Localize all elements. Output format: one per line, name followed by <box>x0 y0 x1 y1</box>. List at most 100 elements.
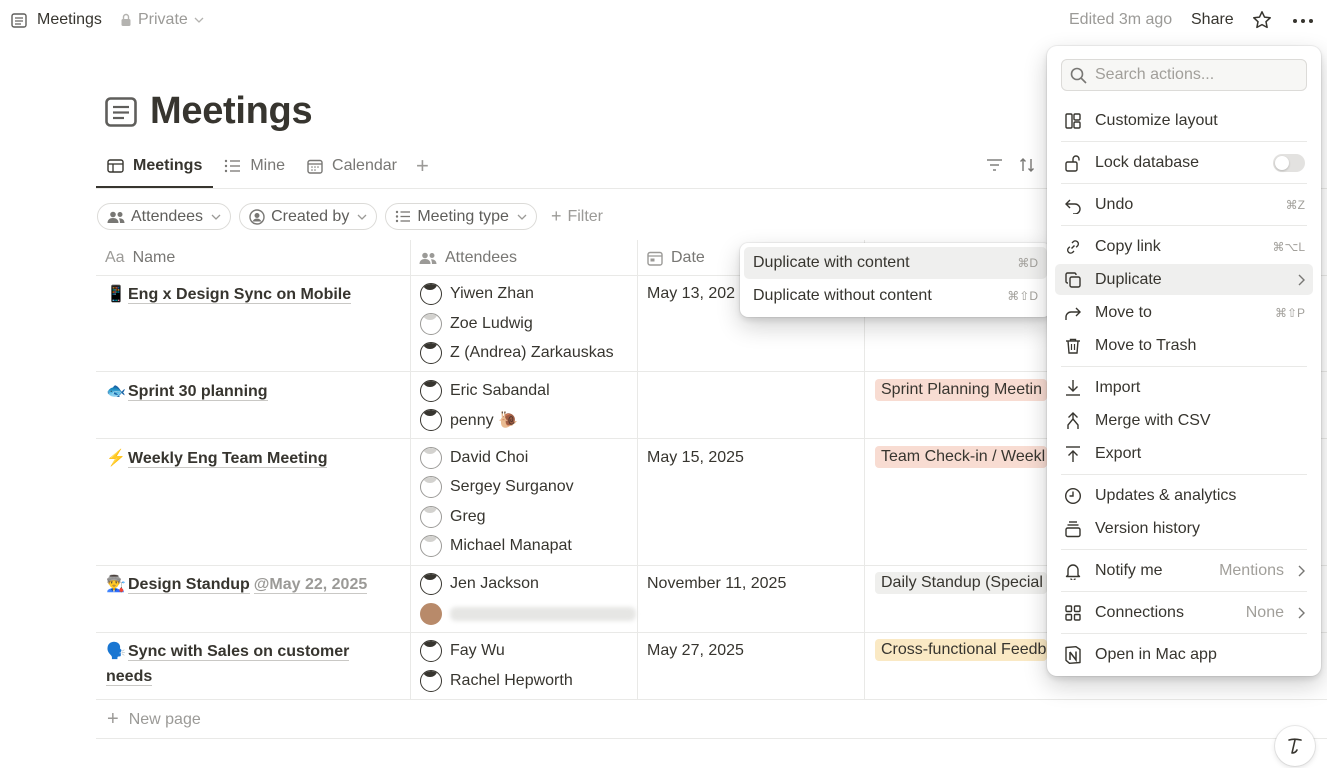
menu-item-connections[interactable]: Connections None <box>1055 597 1313 628</box>
menu-item-value: None <box>1245 603 1284 621</box>
lock-icon <box>1063 153 1083 173</box>
menu-item-label: Open in Mac app <box>1095 645 1217 663</box>
calendar-icon <box>307 159 323 174</box>
notion-app-icon <box>1063 645 1083 665</box>
menu-item-duplicate[interactable]: Duplicate <box>1055 264 1313 295</box>
tab-label: Meetings <box>133 157 203 174</box>
menu-item-version-history[interactable]: Version history <box>1055 513 1313 544</box>
help-button[interactable] <box>1275 726 1315 766</box>
breadcrumb-title[interactable]: Meetings <box>37 11 102 29</box>
attendee[interactable]: Sergey Surganov <box>420 476 574 498</box>
meeting-type-tag[interactable]: Cross-functional Feedb <box>875 639 1047 661</box>
plus-icon: + <box>107 708 119 730</box>
plus-icon: + <box>550 206 562 226</box>
table-row-name[interactable]: ⚡ Weekly Eng Team Meeting <box>106 446 328 471</box>
trash-icon <box>1063 336 1083 356</box>
lock-icon <box>121 13 131 26</box>
page-title[interactable]: Meetings <box>150 90 313 133</box>
attendee[interactable] <box>420 603 636 625</box>
tab-mine[interactable]: Mine <box>213 146 296 186</box>
date-cell[interactable]: May 15, 2025 <box>647 449 744 467</box>
date-cell[interactable]: November 11, 2025 <box>647 575 786 593</box>
column-header-name[interactable]: Aa Name <box>96 240 175 276</box>
duplicate-with-content-item[interactable]: Duplicate with content ⌘D <box>744 247 1047 279</box>
date-cell[interactable]: May 27, 2025 <box>647 642 744 660</box>
sort-icon[interactable] <box>1019 157 1035 173</box>
menu-item-open-mac-app[interactable]: Open in Mac app <box>1055 639 1313 670</box>
actions-menu: Customize layout Lock database Undo ⌘Z C… <box>1047 46 1321 676</box>
attendee[interactable]: Fay Wu <box>420 640 505 662</box>
privacy-button[interactable]: Private <box>120 11 204 29</box>
table-row-name[interactable]: 📱 Eng x Design Sync on Mobile <box>106 282 352 307</box>
star-icon[interactable] <box>1252 10 1272 30</box>
menu-item-move-to-trash[interactable]: Move to Trash <box>1055 330 1313 361</box>
tab-calendar[interactable]: Calendar <box>296 146 408 186</box>
page-header-icon[interactable] <box>105 97 137 127</box>
column-header-date[interactable]: Date <box>638 240 705 276</box>
attendee[interactable]: Eric Sabandal <box>420 380 550 402</box>
attendee[interactable]: David Choi <box>420 447 528 469</box>
add-view-icon[interactable]: + <box>408 146 437 188</box>
lock-toggle[interactable] <box>1273 153 1305 172</box>
column-divider <box>637 240 638 699</box>
table-row-name[interactable]: 🐟 Sprint 30 planning <box>106 379 268 404</box>
chevron-right-icon <box>1298 274 1305 285</box>
meeting-type-tag[interactable]: Team Check-in / Weekl <box>875 446 1047 468</box>
attendee[interactable]: penny 🐌 <box>420 409 518 431</box>
table-row-name[interactable]: 👨‍🏭 Design Standup @May 22, 2025 <box>106 572 368 597</box>
attendee[interactable]: Rachel Hepworth <box>420 670 573 692</box>
tab-meetings[interactable]: Meetings <box>96 146 214 188</box>
filter-icon[interactable] <box>986 158 1003 172</box>
meeting-type-tag[interactable]: Sprint Planning Meetin <box>875 379 1047 401</box>
menu-item-label: Lock database <box>1095 153 1200 171</box>
date-mention[interactable]: @May 22, 2025 <box>253 576 368 594</box>
duplicate-without-content-item[interactable]: Duplicate without content ⌘⇧D <box>744 280 1047 312</box>
menu-item-label: Notify me <box>1095 561 1163 579</box>
filter-created-by[interactable]: Created by <box>239 203 378 230</box>
menu-item-label: Duplicate with content <box>753 254 910 271</box>
edited-status[interactable]: Edited 3m ago <box>1069 11 1172 29</box>
menu-item-export[interactable]: Export <box>1055 438 1313 469</box>
attendee[interactable]: Zoe Ludwig <box>420 313 533 335</box>
menu-divider <box>1061 591 1307 592</box>
search-icon <box>1070 67 1087 84</box>
shortcut-label: ⌘⇧D <box>1007 289 1038 303</box>
attendee[interactable]: Yiwen Zhan <box>420 283 534 305</box>
share-button[interactable]: Share <box>1191 11 1234 29</box>
filter-attendees[interactable]: Attendees <box>97 203 232 230</box>
menu-item-label: Import <box>1095 378 1141 396</box>
menu-item-updates-analytics[interactable]: Updates & analytics <box>1055 480 1313 511</box>
meeting-type-tag[interactable]: Daily Standup (Special <box>875 572 1047 594</box>
menu-item-copy-link[interactable]: Copy link ⌘⌥L <box>1055 231 1313 262</box>
add-filter-button[interactable]: + Filter <box>551 206 603 227</box>
chevron-down-icon <box>211 214 221 220</box>
chevron-down-icon <box>517 214 527 220</box>
tab-label: Calendar <box>332 157 397 174</box>
menu-item-notify-me[interactable]: Notify me Mentions <box>1055 555 1313 586</box>
menu-item-lock-database[interactable]: Lock database <box>1055 147 1313 178</box>
search-actions-input[interactable] <box>1095 66 1295 84</box>
people-icon <box>419 252 437 264</box>
attendee[interactable]: Greg <box>420 506 486 528</box>
attendee[interactable]: Michael Manapat <box>420 535 572 557</box>
date-cell[interactable]: May 13, 202 <box>647 285 735 303</box>
blurred-attendee-name <box>450 607 636 621</box>
avatar <box>420 573 442 595</box>
menu-item-undo[interactable]: Undo ⌘Z <box>1055 189 1313 220</box>
menu-item-merge-csv[interactable]: Merge with CSV <box>1055 405 1313 436</box>
attendee[interactable]: Jen Jackson <box>420 573 539 595</box>
menu-item-import[interactable]: Import <box>1055 372 1313 403</box>
page-icon[interactable] <box>11 13 27 28</box>
attendee[interactable]: Z (Andrea) Zarkauskas <box>420 342 614 364</box>
menu-item-customize-layout[interactable]: Customize layout <box>1055 105 1313 136</box>
menu-divider <box>1061 366 1307 367</box>
more-options-icon[interactable] <box>1292 13 1314 29</box>
new-page-button[interactable]: + New page <box>107 708 201 731</box>
table-row-name[interactable]: 🗣️ Sync with Sales on customer needs <box>106 639 396 689</box>
menu-item-move-to[interactable]: Move to ⌘⇧P <box>1055 297 1313 328</box>
search-actions-field[interactable] <box>1061 59 1307 91</box>
text-type-icon: Aa <box>105 249 125 266</box>
filter-bar: Attendees Created by Meeting type + Filt… <box>97 203 603 230</box>
filter-meeting-type[interactable]: Meeting type <box>385 203 537 230</box>
column-header-attendees[interactable]: Attendees <box>410 240 517 276</box>
